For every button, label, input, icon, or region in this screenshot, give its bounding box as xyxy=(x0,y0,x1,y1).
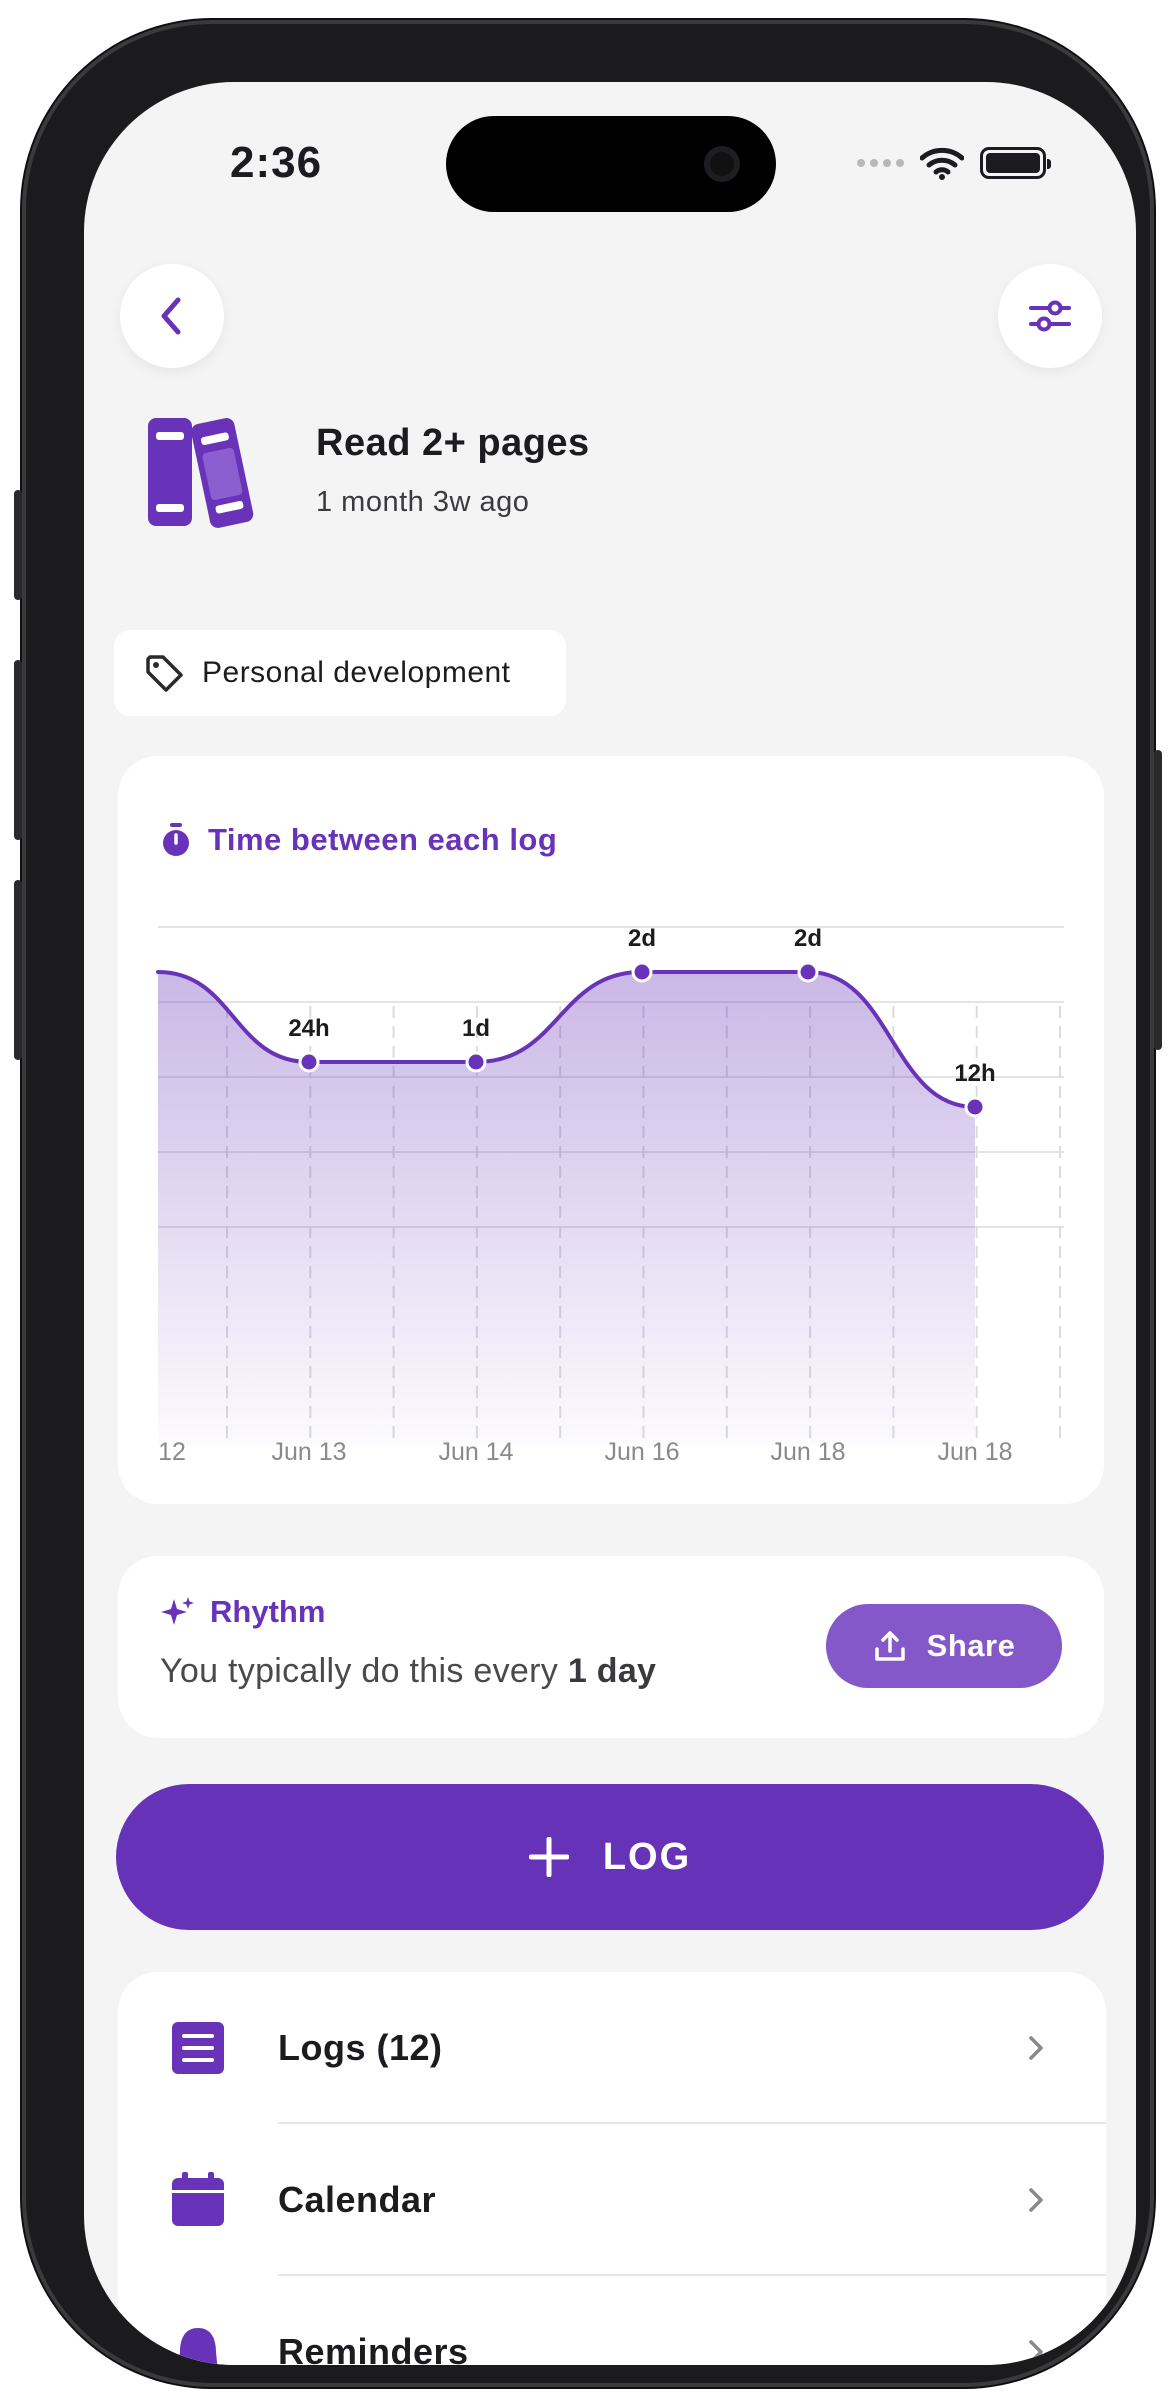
menu-label-calendar: Calendar xyxy=(278,2179,437,2220)
volume-down-button xyxy=(14,880,22,1060)
log-button[interactable]: LOG xyxy=(116,1784,1104,1930)
menu-item-reminders[interactable]: Reminders xyxy=(118,2276,1106,2365)
sparkle-icon xyxy=(161,1597,194,1625)
sliders-icon xyxy=(1029,300,1071,332)
menu-item-logs[interactable]: Logs (12) xyxy=(118,1972,1106,2124)
chevron-right-icon xyxy=(1029,2036,1043,2060)
dynamic-island xyxy=(446,116,776,212)
volume-up-button xyxy=(14,660,22,840)
bell-icon xyxy=(178,2328,218,2365)
wifi-icon xyxy=(920,147,964,180)
device-frame: 2:36 Read 2+ pages 1 month 3w ago Person… xyxy=(14,20,1162,2387)
data-point xyxy=(964,1096,986,1118)
status-time: 2:36 xyxy=(230,138,323,187)
chevron-right-icon xyxy=(1029,2188,1043,2212)
share-button[interactable]: Share xyxy=(826,1604,1062,1688)
log-label: LOG xyxy=(602,1835,692,1878)
rhythm-text-prefix: You typically do this every xyxy=(160,1652,568,1690)
power-button xyxy=(1154,750,1162,1050)
x-tick-label: Jun 18 xyxy=(937,1438,1012,1466)
calendar-icon xyxy=(172,2172,224,2226)
back-button[interactable] xyxy=(120,264,224,368)
action-button xyxy=(14,490,22,600)
battery-icon xyxy=(980,147,1051,179)
status-icons xyxy=(857,146,1051,180)
x-tick-label: Jun 13 xyxy=(271,1438,346,1466)
plus-icon xyxy=(528,1837,569,1877)
chevron-left-icon xyxy=(161,297,181,335)
menu-label-reminders: Reminders xyxy=(278,2331,469,2365)
rhythm-description: You typically do this every 1 day xyxy=(160,1652,656,1691)
books-icon xyxy=(148,418,254,528)
tag-label: Personal development xyxy=(202,656,511,689)
x-tick-label: Jun 14 xyxy=(438,1438,513,1466)
signal-icon xyxy=(857,159,904,167)
x-tick-label: 12 xyxy=(158,1438,186,1466)
rhythm-header: Rhythm xyxy=(160,1594,325,1630)
data-label: 2d xyxy=(794,925,822,952)
filter-button[interactable] xyxy=(998,264,1102,368)
interval-chart[interactable]: 24h 1d 2d 2d 12h 12 Jun 13 Jun 14 Jun 16 Jun 18 Ju… xyxy=(118,756,1104,1504)
data-label: 2d xyxy=(628,925,656,952)
x-tick-label: Jun 18 xyxy=(770,1438,845,1466)
rhythm-card: Rhythm You typically do this every 1 day… xyxy=(118,1556,1104,1738)
time-between-logs-card: Time between each log 24h 1d 2d 2d 12h 12 Jun … xyxy=(118,756,1104,1504)
data-point xyxy=(631,961,653,983)
data-label: 1d xyxy=(462,1015,490,1042)
screen: 2:36 Read 2+ pages 1 month 3w ago Person… xyxy=(84,82,1136,2365)
data-label: 24h xyxy=(288,1015,329,1042)
habit-title: Read 2+ pages xyxy=(316,422,590,464)
list-icon xyxy=(172,2022,224,2074)
rhythm-title: Rhythm xyxy=(210,1594,326,1629)
menu-item-calendar[interactable]: Calendar xyxy=(118,2124,1106,2276)
share-label: Share xyxy=(926,1628,1016,1663)
tag-icon xyxy=(146,655,183,692)
category-tag[interactable]: Personal development xyxy=(114,630,566,716)
habit-menu: Logs (12) Calendar Reminders xyxy=(118,1972,1106,2365)
menu-label-logs: Logs (12) xyxy=(278,2027,443,2068)
x-tick-label: Jun 16 xyxy=(604,1438,679,1466)
data-point xyxy=(465,1051,487,1073)
habit-last-logged: 1 month 3w ago xyxy=(316,486,530,518)
data-point xyxy=(298,1051,320,1073)
rhythm-frequency: 1 day xyxy=(567,1652,657,1690)
data-label: 12h xyxy=(954,1060,995,1087)
data-point xyxy=(797,961,819,983)
chart-area xyxy=(158,972,975,1446)
chevron-right-icon xyxy=(1029,2340,1043,2364)
upload-icon xyxy=(874,1631,905,1661)
